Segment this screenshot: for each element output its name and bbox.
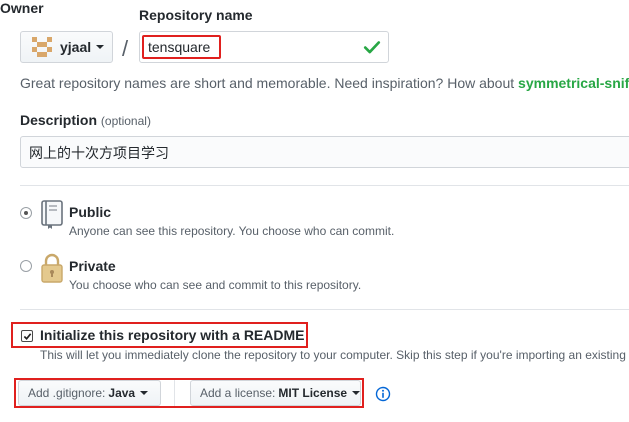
gitignore-label: Add .gitignore:	[28, 386, 106, 400]
description-value: 网上的十次方项目学习	[29, 145, 169, 161]
license-value: MIT License	[278, 386, 348, 400]
name-suggestion-link[interactable]: symmetrical-sniffl	[518, 75, 629, 91]
visibility-public-note: Anyone can see this repository. You choo…	[69, 224, 395, 238]
gitignore-value: Java	[108, 386, 136, 400]
checkmark-icon	[23, 333, 32, 340]
owner-avatar	[32, 37, 52, 57]
owner-select-button[interactable]: yjaal	[20, 31, 113, 63]
visibility-private-title: Private	[69, 258, 116, 274]
repository-name-value: tensquare	[148, 39, 211, 55]
chevron-down-icon	[140, 391, 149, 395]
owner-name: yjaal	[60, 39, 92, 55]
path-separator: /	[122, 36, 129, 61]
repository-name-hint: Great repository names are short and mem…	[20, 75, 629, 91]
chevron-down-icon	[352, 391, 361, 395]
info-icon[interactable]	[375, 386, 391, 402]
readme-title: Initialize this repository with a README	[40, 327, 305, 343]
check-icon	[363, 41, 381, 54]
visibility-public-title: Public	[69, 204, 112, 220]
description-label-text: Description	[20, 112, 98, 128]
description-optional-note: (optional)	[100, 114, 151, 128]
description-input[interactable]: 网上的十次方项目学习	[20, 136, 629, 168]
repository-name-label: Repository name	[139, 7, 253, 23]
select-divider	[174, 380, 175, 406]
description-label: Description (optional)	[20, 112, 151, 128]
visibility-private-note: You choose who can see and commit to thi…	[69, 278, 362, 292]
gitignore-select-button[interactable]: Add .gitignore: Java	[18, 380, 161, 406]
repo-book-icon	[41, 200, 63, 229]
chevron-down-icon	[96, 45, 105, 49]
license-select-button[interactable]: Add a license: MIT License	[190, 380, 361, 406]
hint-text: Great repository names are short and mem…	[20, 75, 519, 91]
owner-label: Owner	[0, 0, 44, 16]
lock-icon	[41, 253, 63, 283]
visibility-private-radio[interactable]	[20, 260, 32, 272]
divider	[20, 309, 629, 310]
readme-checkbox[interactable]	[21, 330, 33, 342]
license-label: Add a license:	[200, 386, 276, 400]
divider	[20, 185, 629, 186]
readme-note: This will let you immediately clone the …	[40, 348, 626, 362]
visibility-public-radio[interactable]	[20, 207, 32, 219]
